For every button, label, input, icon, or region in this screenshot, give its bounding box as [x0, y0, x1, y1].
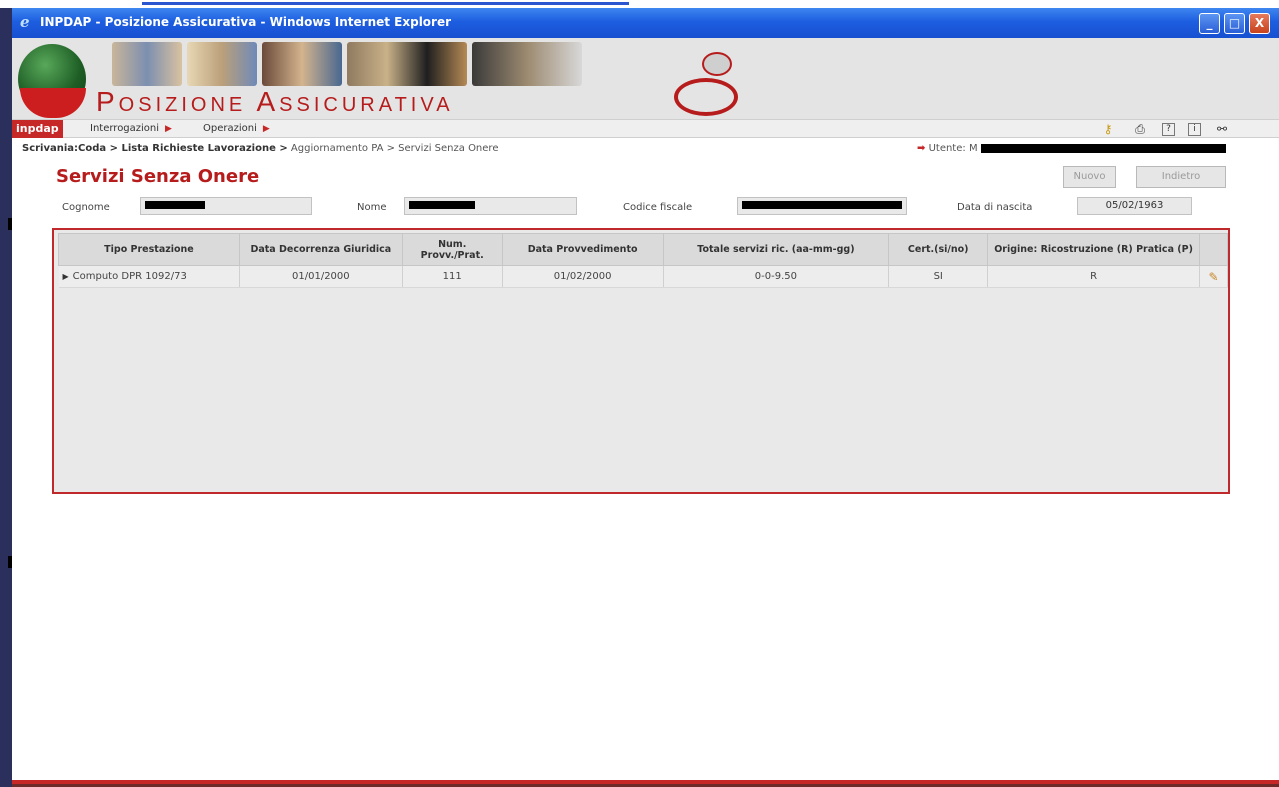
redacted-value	[409, 201, 475, 209]
key-icon[interactable]: ⚷	[1100, 121, 1116, 137]
fiscal-code-label: Codice fiscale	[623, 202, 693, 213]
print-icon[interactable]: ⎙	[1132, 121, 1148, 137]
banner-photo	[187, 42, 257, 86]
menu-operazioni[interactable]: Operazioni ▶	[203, 120, 270, 138]
column-header[interactable]: Data Decorrenza Giuridica	[238, 233, 403, 266]
piggy-bank-icon	[674, 78, 738, 116]
redacted-user-name	[980, 143, 1226, 153]
cell-data-decorrenza: 01/01/2000	[239, 265, 403, 288]
window-titlebar[interactable]: e INPDAP - Posizione Assicurativa - Wind…	[12, 8, 1279, 38]
breadcrumb: Scrivania:Coda > Lista Richieste Lavoraz…	[22, 143, 498, 154]
edit-icon[interactable]: ✎	[1207, 270, 1219, 284]
breadcrumb-links[interactable]: Scrivania:Coda > Lista Richieste Lavoraz…	[22, 143, 288, 154]
banner-photos	[92, 42, 732, 88]
cell-actions: ✎	[1199, 265, 1229, 288]
inpdap-brand: inpdap	[12, 120, 63, 138]
info-icon[interactable]: i	[1188, 123, 1201, 136]
results-table: Tipo Prestazione Data Decorrenza Giuridi…	[58, 233, 1229, 288]
maximize-button[interactable]: □	[1224, 13, 1245, 34]
surname-label: Cognome	[62, 202, 110, 213]
logo-swoosh	[20, 88, 86, 118]
menu-arrow-icon: ▶	[262, 124, 270, 134]
column-header[interactable]: Tipo Prestazione	[58, 233, 240, 266]
cell-origine: R	[987, 265, 1200, 288]
column-header[interactable]: Origine: Ricostruzione (R) Pratica (P)	[987, 233, 1200, 266]
arrow-right-icon: ➡	[917, 143, 926, 154]
cell-totale-servizi: 0-0-9.50	[663, 265, 890, 288]
menu-label: Operazioni	[203, 123, 257, 134]
user-info: ➡ Utente: M	[917, 143, 1226, 154]
user-label: Utente:	[928, 143, 966, 154]
edge-marker	[8, 556, 12, 568]
cell-certificato: SI	[888, 265, 989, 288]
breadcrumb-current: Aggiornamento PA > Servizi Senza Onere	[290, 143, 499, 154]
banner-photo	[472, 42, 582, 86]
banner-photo	[347, 42, 467, 86]
results-panel: Tipo Prestazione Data Decorrenza Giuridi…	[52, 228, 1230, 494]
name-label: Nome	[357, 202, 387, 213]
page-title: Servizi Senza Onere	[56, 166, 260, 187]
close-button[interactable]: X	[1249, 13, 1270, 34]
redacted-value	[145, 201, 205, 209]
menu-bar: inpdap Interrogazioni ▶ Operazioni ▶ ⚷ ⎙ ?…	[12, 120, 1279, 138]
column-header[interactable]: Totale servizi ric. (aa-mm-gg)	[662, 233, 890, 266]
name-field[interactable]	[404, 197, 577, 215]
menu-arrow-icon: ▶	[165, 124, 172, 134]
birth-date-field[interactable]: 05/02/1963	[1077, 197, 1192, 215]
table-row[interactable]: ▶ Computo DPR 1092/73 01/01/2000 111 01/0…	[58, 265, 1229, 288]
banner-photo	[112, 42, 182, 86]
surname-field[interactable]	[140, 197, 312, 215]
cell-data-provvedimento: 01/02/2000	[502, 265, 664, 288]
app-title: Posizione Assicurativa	[96, 86, 454, 117]
menu-interrogazioni[interactable]: Interrogazioni ▶	[90, 120, 172, 138]
column-header-actions	[1198, 233, 1229, 266]
table-header-row: Tipo Prestazione Data Decorrenza Giuridi…	[58, 233, 1229, 266]
edge-marker	[8, 218, 12, 230]
banner-photo	[262, 42, 342, 86]
ie-icon: e	[20, 13, 30, 31]
top-strip	[0, 0, 1279, 8]
cell-tipo-prestazione[interactable]: ▶ Computo DPR 1092/73	[58, 265, 240, 288]
column-header[interactable]: Num. Provv./Prat.	[401, 233, 503, 266]
cell-num-provv: 111	[402, 265, 503, 288]
cell-text: Computo DPR 1092/73	[72, 271, 187, 282]
column-header[interactable]: Data Provvedimento	[501, 233, 664, 266]
binoculars-icon[interactable]: ⚯	[1214, 121, 1230, 137]
menu-label: Interrogazioni	[90, 123, 160, 134]
birth-date-label: Data di nascita	[957, 202, 1033, 213]
left-window-edge	[0, 0, 12, 787]
window-title: INPDAP - Posizione Assicurativa - Window…	[40, 15, 452, 29]
coin-icon	[702, 52, 732, 76]
user-initial: M	[968, 143, 978, 154]
row-pointer-icon: ▶	[62, 272, 69, 281]
new-button[interactable]: Nuovo	[1063, 166, 1116, 188]
minimize-button[interactable]: _	[1199, 13, 1220, 34]
hyperlink-underline[interactable]	[142, 2, 629, 5]
redacted-value	[742, 201, 902, 209]
help-icon[interactable]: ?	[1162, 123, 1175, 136]
back-button[interactable]: Indietro	[1136, 166, 1226, 188]
column-header[interactable]: Cert.(si/no)	[888, 233, 989, 266]
app-banner: Posizione Assicurativa	[12, 38, 1279, 120]
fiscal-code-field[interactable]	[737, 197, 907, 215]
